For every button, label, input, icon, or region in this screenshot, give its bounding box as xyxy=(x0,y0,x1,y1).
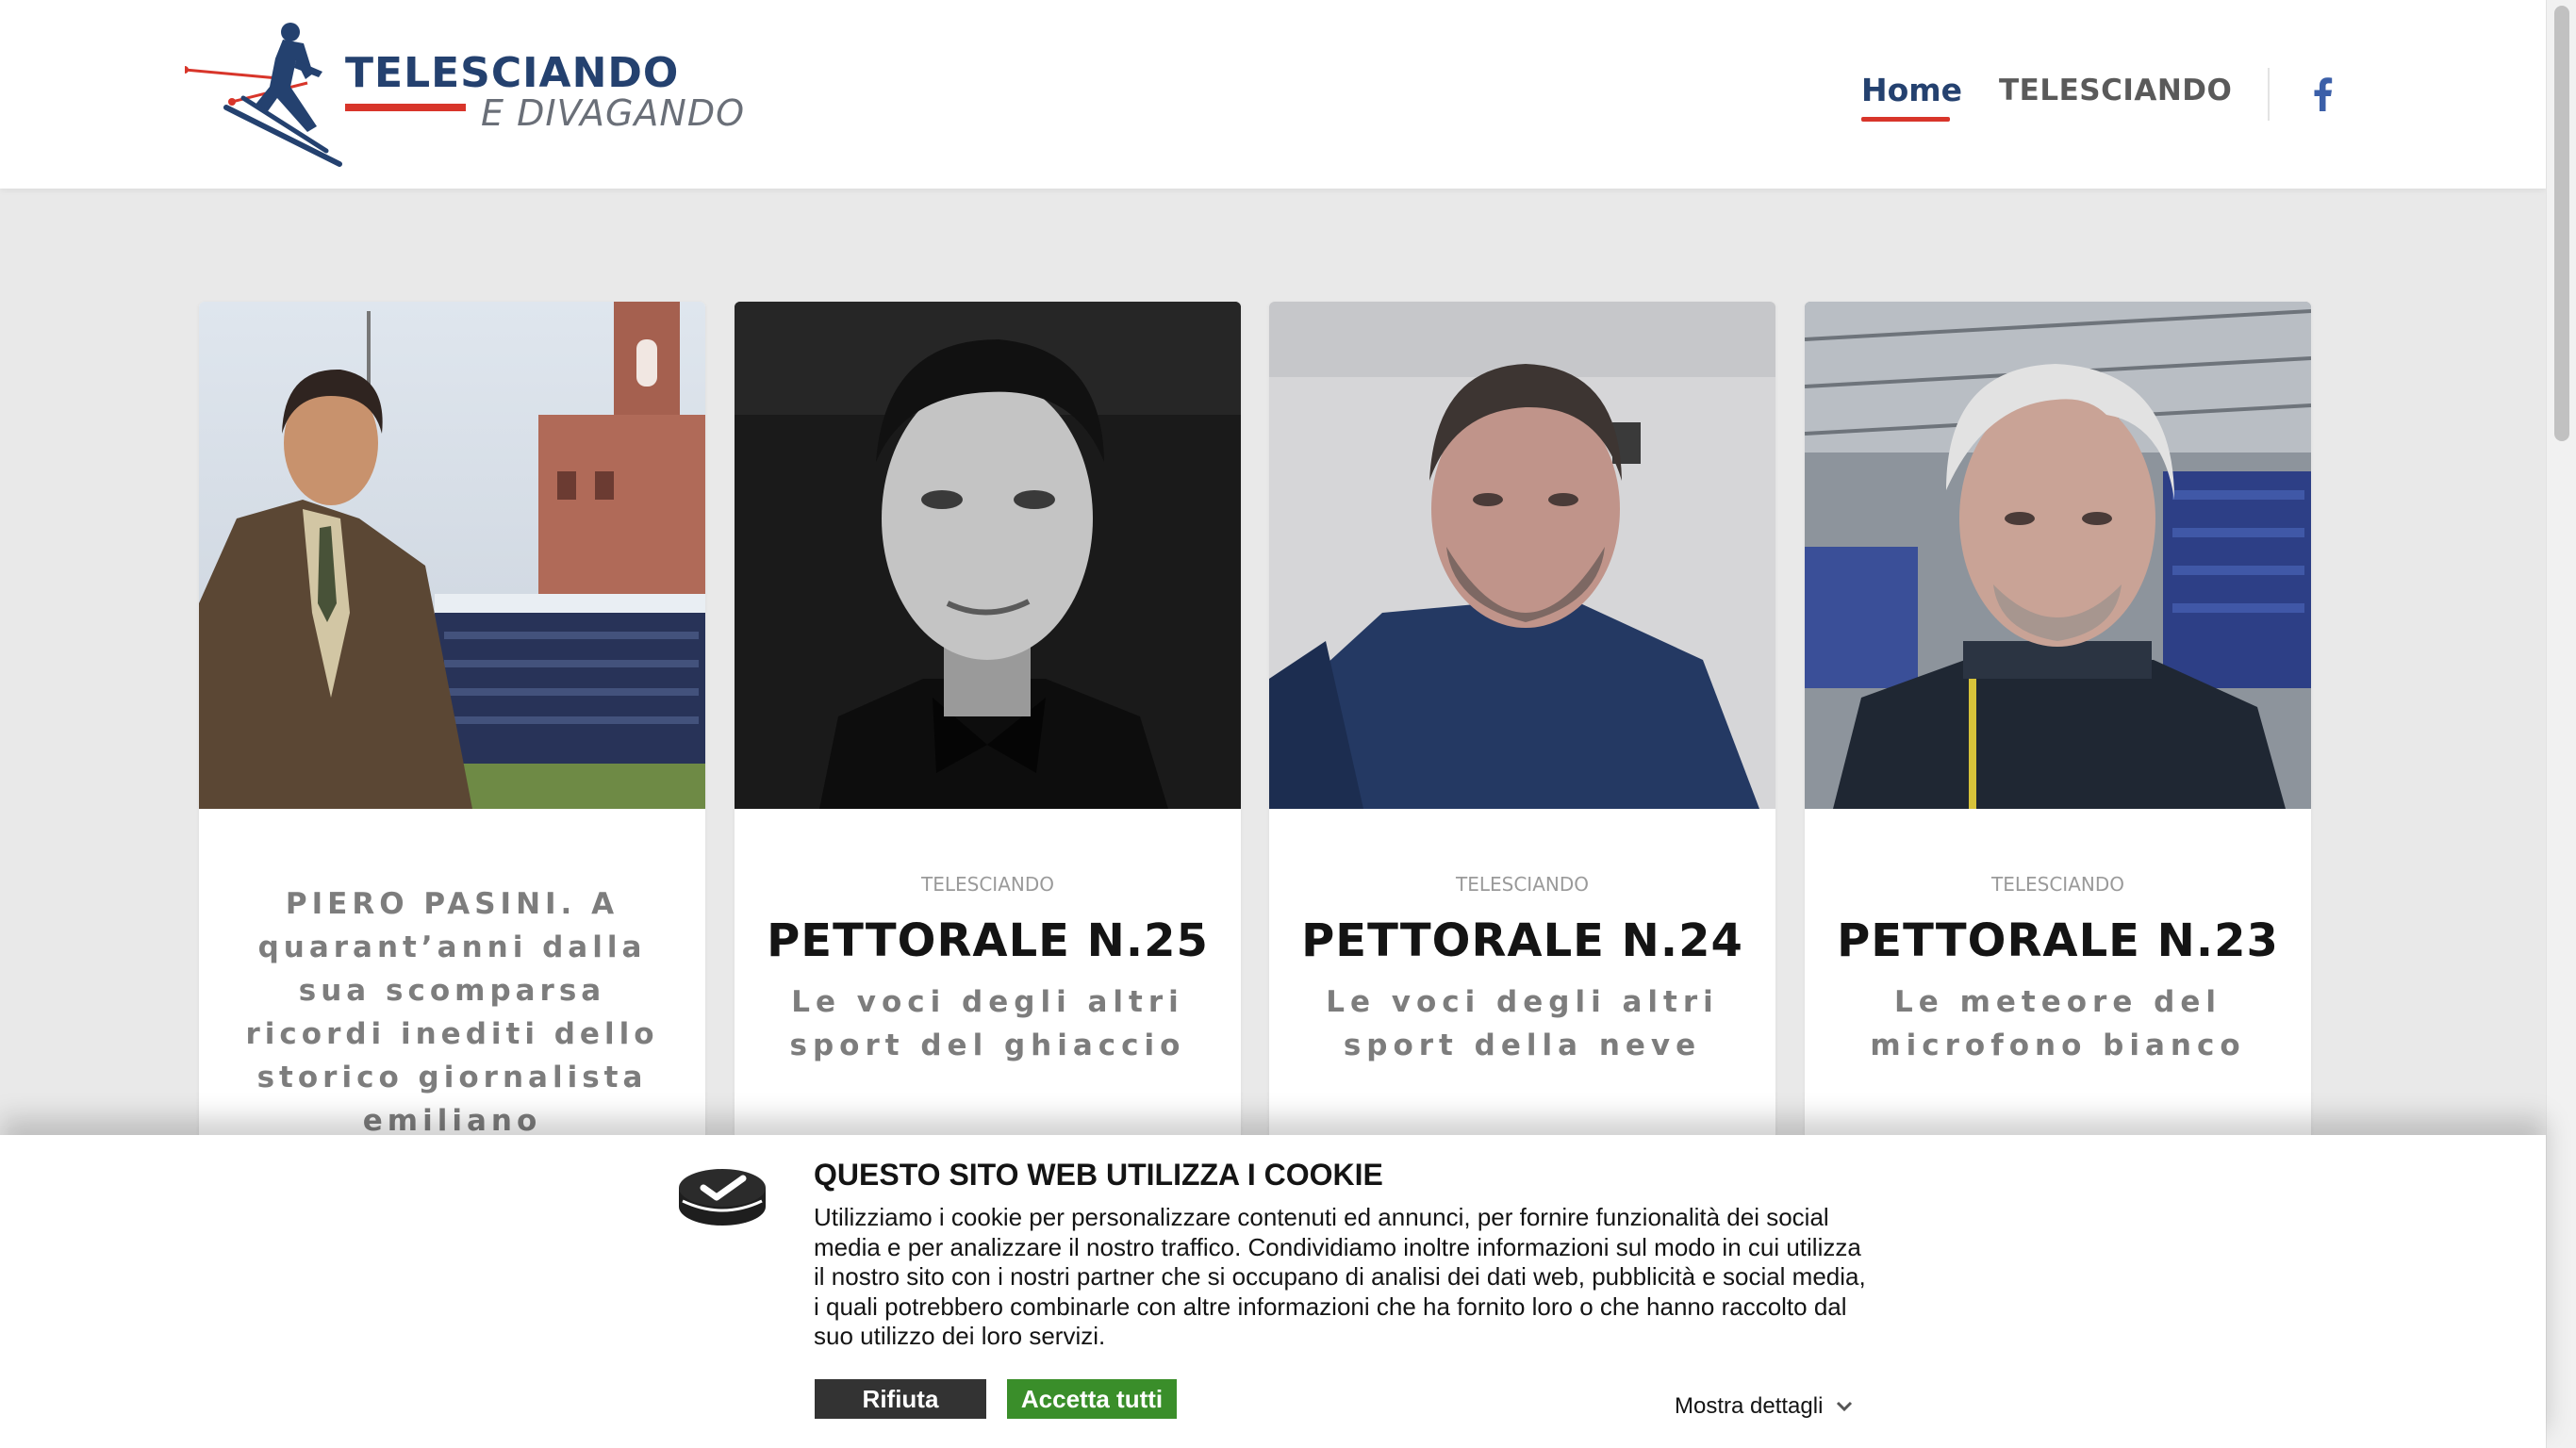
article-subtitle: Le voci degli altri sport della neve xyxy=(1326,985,1719,1062)
article-card[interactable]: TELESCIANDO PETTORALE N.25 Le voci degli… xyxy=(735,302,1241,1150)
article-title[interactable]: PETTORALE N.24 xyxy=(1269,914,1775,967)
cookie-description: Utilizziamo i cookie per personalizzare … xyxy=(814,1203,1866,1350)
tv-presenter-photo-icon xyxy=(199,302,705,809)
cookie-banner: QUESTO SITO WEB UTILIZZA I COOKIE Utiliz… xyxy=(0,1135,2546,1448)
webcam-portrait-photo-icon xyxy=(1269,302,1775,809)
scrollbar-thumb[interactable] xyxy=(2554,6,2569,441)
show-details-label[interactable]: Mostra dettagli xyxy=(1675,1393,1823,1420)
accept-cookies-button[interactable]: Accetta tutti xyxy=(1007,1379,1177,1419)
article-title[interactable]: PETTORALE N.23 xyxy=(1805,914,2311,967)
article-card[interactable]: TELESCIANDO PETTORALE N.23 Le meteore de… xyxy=(1805,302,2311,1150)
article-thumbnail[interactable] xyxy=(1269,302,1775,809)
logo-subtitle: E DIVAGANDO xyxy=(481,92,746,134)
nav-link-home[interactable]: Home xyxy=(1861,72,1962,108)
skier-logo-icon xyxy=(185,23,342,167)
article-subtitle: Le voci degli altri sport del ghiaccio xyxy=(789,985,1186,1062)
article-thumbnail[interactable] xyxy=(199,302,705,809)
page-scrollbar[interactable] xyxy=(2546,0,2576,1448)
article-card[interactable]: PIERO PASINI. A quarant’anni dalla sua s… xyxy=(199,302,705,1150)
logo-title: TELESCIANDO xyxy=(345,49,680,97)
reject-cookies-button[interactable]: Rifiuta xyxy=(815,1379,986,1419)
article-subtitle: Le meteore del microfono bianco xyxy=(1870,985,2246,1062)
nav-active-indicator xyxy=(1861,117,1950,122)
article-category[interactable]: TELESCIANDO xyxy=(735,873,1241,896)
stadium-selfie-photo-icon xyxy=(1805,302,2311,809)
article-category[interactable]: TELESCIANDO xyxy=(1269,873,1775,896)
article-category[interactable]: TELESCIANDO xyxy=(1805,873,2311,896)
article-title[interactable]: PETTORALE N.25 xyxy=(735,914,1241,967)
article-card[interactable]: TELESCIANDO PETTORALE N.24 Le voci degli… xyxy=(1269,302,1775,1150)
cookie-title: QUESTO SITO WEB UTILIZZA I COOKIE xyxy=(814,1158,1383,1192)
nav-link-telesciando[interactable]: TELESCIANDO xyxy=(1999,74,2232,107)
article-thumbnail[interactable] xyxy=(735,302,1241,809)
logo-red-bar xyxy=(345,104,466,111)
show-details-toggle[interactable]: Mostra dettagli xyxy=(1675,1393,1853,1420)
article-thumbnail[interactable] xyxy=(1805,302,2311,809)
article-title[interactable]: PIERO PASINI. A quarant’anni dalla sua s… xyxy=(237,882,668,1143)
chevron-down-icon[interactable] xyxy=(1836,1401,1853,1412)
site-logo[interactable]: TELESCIANDO E DIVAGANDO xyxy=(185,21,744,172)
bw-portrait-photo-icon xyxy=(735,302,1241,809)
facebook-icon[interactable] xyxy=(2312,77,2333,111)
cookie-check-icon xyxy=(679,1169,766,1226)
site-header: TELESCIANDO E DIVAGANDO Home TELESCIANDO xyxy=(0,0,2546,189)
nav-divider xyxy=(2268,68,2270,121)
